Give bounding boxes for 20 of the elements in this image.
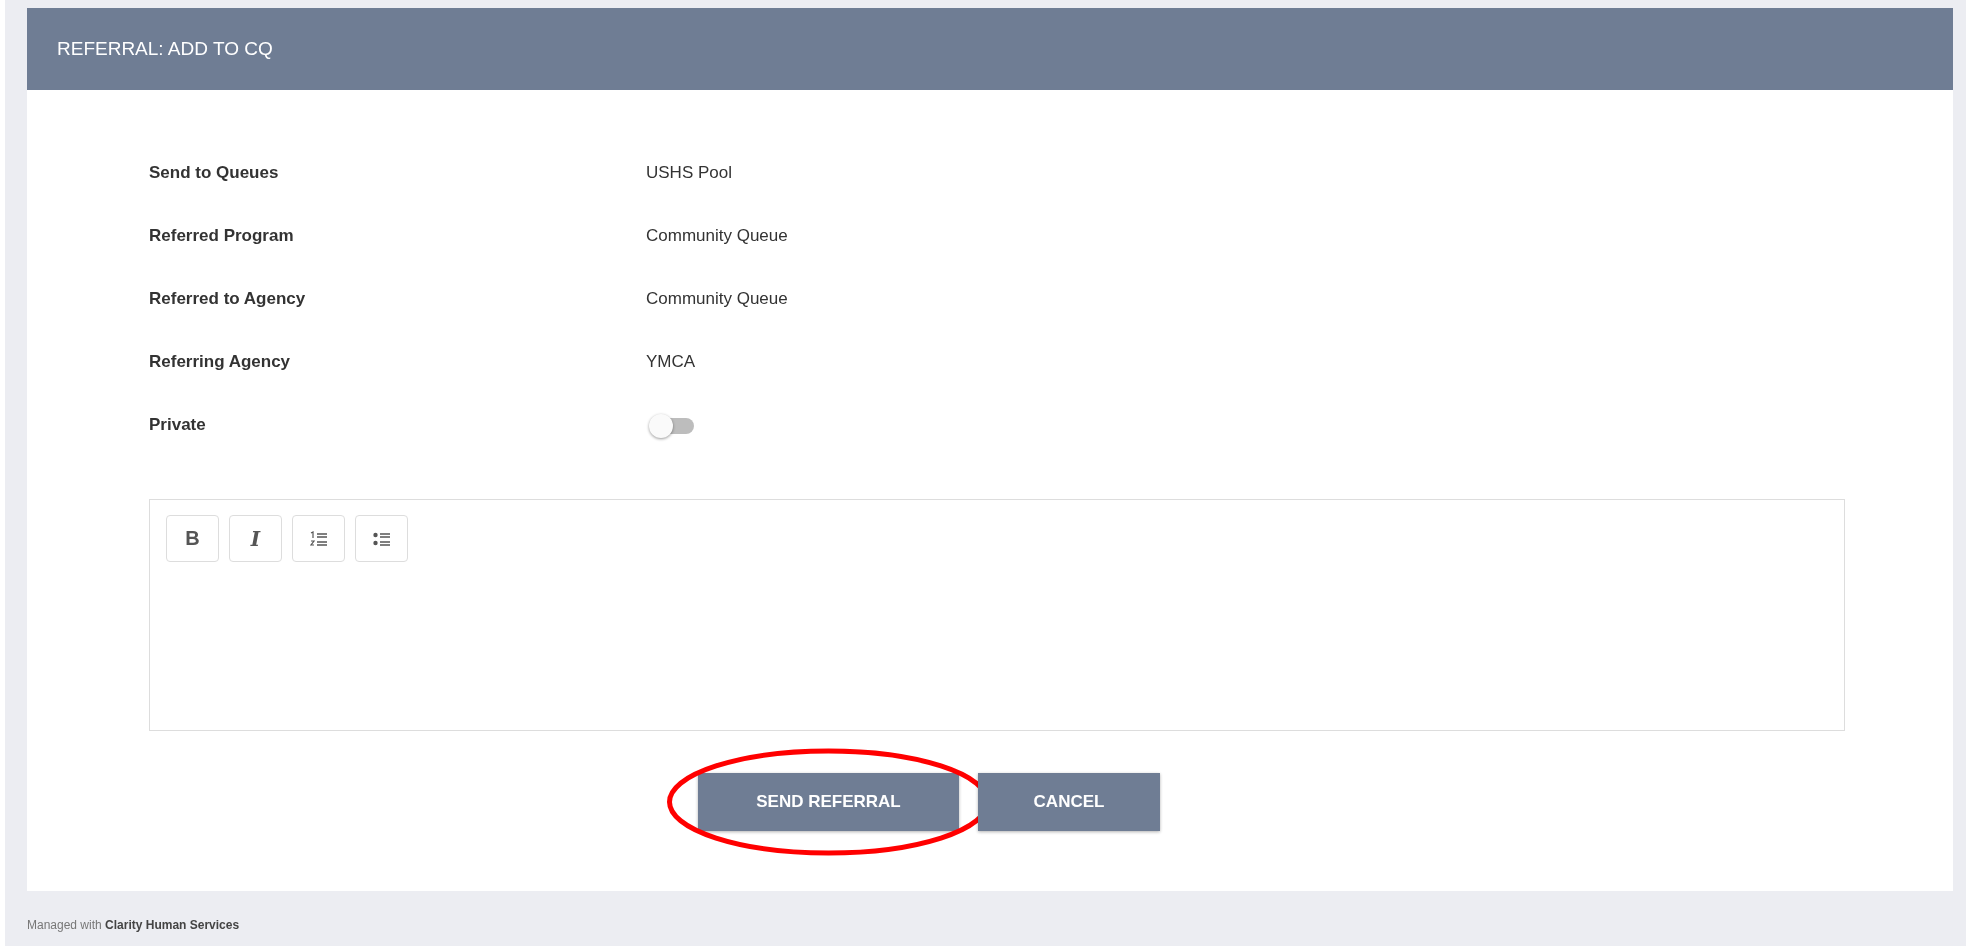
bullet-list-button[interactable] [355, 515, 408, 562]
numbered-list-icon [309, 530, 328, 547]
send-button[interactable]: SEND REFERRAL [698, 773, 959, 831]
footer-text: Managed with Clarity Human Services [27, 918, 240, 932]
field-label: Private [149, 414, 207, 435]
numbered-list-button[interactable] [292, 515, 345, 562]
field-label: Send to Queues [149, 162, 280, 183]
field-label: Referred Program [149, 225, 295, 246]
text-editor[interactable]: B I [149, 499, 1845, 731]
italic-button[interactable]: I [229, 515, 282, 562]
bold-button[interactable]: B [166, 515, 219, 562]
field-value: USHS Pool [646, 162, 732, 183]
dialog-title: REFERRAL: ADD TO CQ [57, 38, 273, 60]
field-label: Referring Agency [149, 351, 292, 372]
field-value: YMCA [646, 351, 696, 372]
cancel-button[interactable]: CANCEL [978, 773, 1160, 831]
field-value: Community Queue [646, 288, 788, 309]
field-value: Community Queue [646, 225, 788, 246]
field-label: Referred to Agency [149, 288, 307, 309]
bullet-list-icon [372, 530, 391, 547]
